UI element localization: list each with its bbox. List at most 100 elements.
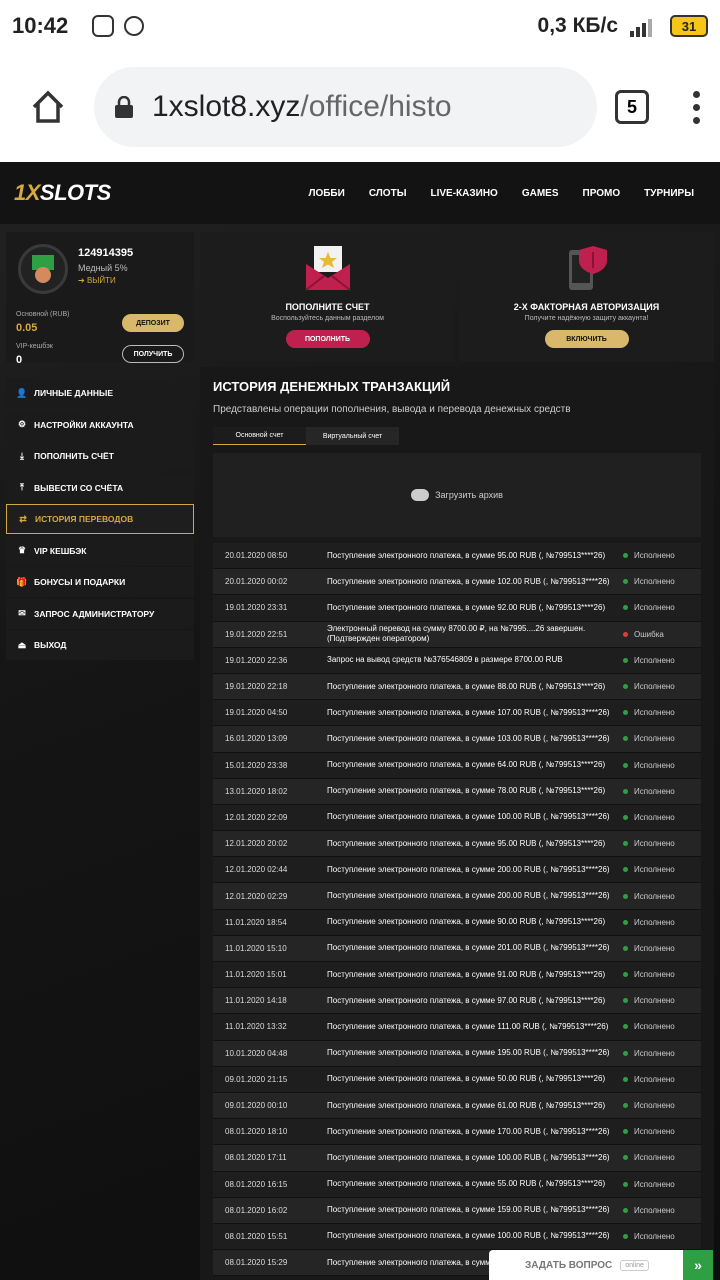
status-label: Исполнено [634,812,675,822]
row-description: Поступление электронного платежа, в сумм… [327,864,610,874]
battery-icon: 31 [670,15,708,37]
status-label: Исполнено [634,970,675,980]
promo-2fa-title: 2-Х ФАКТОРНАЯ АВТОРИЗАЦИЯ [513,302,660,312]
status-dot-icon [623,1233,628,1239]
status-dot-icon [623,1155,628,1161]
logout-link[interactable]: ➔ ВЫЙТИ [78,276,116,285]
menu-icon[interactable] [693,90,700,124]
table-row: 09.01.2020 21:15 Поступление электронного… [213,1066,701,1093]
status-label: Исполнено [634,1074,675,1084]
vip-cashback-label: VIP-кешбэк [16,343,53,350]
table-row: 11.01.2020 13:32 Поступление электронного… [213,1014,701,1041]
status-label: Исполнено [634,708,675,718]
row-description: Поступление электронного платежа, в сумм… [327,1021,609,1031]
row-description: Поступление электронного платежа, в сумм… [327,602,606,612]
row-description: Поступление электронного платежа, в сумм… [327,1205,610,1215]
envelope-star-icon [304,244,352,292]
promo-deposit-subtitle: Воспользуйтесь данным разделом [271,315,384,322]
status-dot-icon [623,893,628,899]
nav-games[interactable]: GAMES [510,188,571,199]
ask-question-label: ЗАДАТЬ ВОПРОС [525,1259,613,1271]
browser-toolbar: 1xslot8.xyz/office/histo 5 [0,52,720,162]
home-icon[interactable] [20,79,76,135]
row-status: Исполнено [623,708,701,717]
status-dot-icon [623,710,628,716]
nav-lobby[interactable]: ЛОББИ [296,188,356,199]
tab-switcher-button[interactable]: 5 [615,90,649,124]
row-date: 13.01.2020 18:02 [225,786,288,796]
table-row: 08.01.2020 15:51 Поступление электронного… [213,1223,701,1251]
status-label: Исполнено [634,1022,675,1032]
nav-tournaments[interactable]: ТУРНИРЫ [632,188,706,199]
get-cashback-button[interactable]: ПОЛУЧИТЬ [122,345,184,363]
row-date: 19.01.2020 22:18 [225,682,288,692]
menu-bonuses[interactable]: 🎁 БОНУСЫ И ПОДАРКИ [6,567,194,597]
transactions-table: 20.01.2020 08:50 Поступление электронного… [213,543,701,1277]
row-date: 11.01.2020 18:54 [225,917,287,927]
row-status: Исполнено [623,656,701,665]
status-dot-icon [623,998,628,1004]
promo-deposit-button[interactable]: ПОПОЛНИТЬ [285,330,370,348]
status-label: Исполнено [634,734,675,744]
row-description: Поступление электронного платежа, в сумм… [327,1231,610,1241]
ask-question-widget[interactable]: ЗАДАТЬ ВОПРОС online » [489,1250,713,1280]
download-archive-button[interactable]: Загрузить архив [213,453,701,537]
network-speed: 0,3 КБ/с [537,14,618,37]
status-dot-icon [623,605,628,611]
row-date: 20.01.2020 00:02 [225,577,288,587]
row-status: Ошибка [623,630,701,639]
row-date: 08.01.2020 18:10 [225,1127,288,1137]
row-description: Электронный перевод на сумму 8700.00 ₽, … [327,624,586,644]
crown-icon: ♛ [17,545,27,555]
clock: 10:42 [12,13,69,38]
download-archive-label: Загрузить архив [435,490,503,500]
menu-transfer-history[interactable]: ⇄ ИСТОРИЯ ПЕРЕВОДОВ [6,504,194,534]
row-date: 08.01.2020 16:02 [225,1205,288,1215]
status-label: Исполнено [634,577,675,587]
chevrons-up-icon[interactable]: » [683,1250,713,1280]
menu-admin-request[interactable]: ✉ ЗАПРОС АДМИНИСТРАТОРУ [6,598,194,629]
menu-vip-cashback[interactable]: ♛ VIP КЕШБЭК [6,535,194,566]
deposit-button[interactable]: ДЕПОЗИТ [122,314,184,332]
status-label: Исполнено [634,682,675,692]
menu-personal-data[interactable]: 👤 ЛИЧНЫЕ ДАННЫЕ [6,378,194,408]
status-label: Исполнено [634,891,675,901]
row-description: Поступление электронного платежа, в сумм… [327,1074,606,1084]
table-row: 08.01.2020 17:11 Поступление электронного… [213,1145,701,1172]
status-dot-icon [623,1129,628,1135]
row-description: Поступление электронного платежа, в сумм… [327,550,606,560]
row-date: 08.01.2020 16:15 [225,1179,288,1189]
promo-2fa-button[interactable]: ВКЛЮЧИТЬ [544,330,629,348]
table-row: 13.01.2020 18:02 Поступление электронного… [213,778,701,805]
nav-promo[interactable]: ПРОМО [571,188,633,199]
online-badge: online [620,1259,649,1271]
tab-main-account[interactable]: Основной счет [213,427,306,445]
cogs-icon: ⚙ [17,419,27,429]
table-row: 11.01.2020 15:01 Поступление электронного… [213,962,701,989]
site-logo[interactable]: 1XSLOTS [14,180,111,206]
menu-exit[interactable]: ⏏ ВЫХОД [6,630,194,660]
menu-account-settings[interactable]: ⚙ НАСТРОЙКИ АККАУНТА [6,409,194,440]
nav-live-casino[interactable]: LIVE-КАЗИНО [418,188,509,199]
row-date: 19.01.2020 04:50 [225,708,288,718]
row-status: Исполнено [623,761,701,770]
url-text: 1xslot8.xyz/office/histo [152,90,452,123]
table-row: 10.01.2020 04:48 Поступление электронного… [213,1040,701,1067]
table-row: 19.01.2020 04:50 Поступление электронного… [213,700,701,727]
account-menu: 👤 ЛИЧНЫЕ ДАННЫЕ ⚙ НАСТРОЙКИ АККАУНТА ⤓ ПОПО… [6,378,194,660]
nav-slots[interactable]: СЛОТЫ [357,188,419,199]
table-row: 19.01.2020 23:31 Поступление электронного… [213,595,701,622]
promo-deposit-title: ПОПОЛНИТЕ СЧЕТ [285,302,370,312]
lock-icon [114,95,134,118]
menu-withdraw[interactable]: ⤒ ВЫВЕСТИ СО СЧЁТА [6,472,194,503]
row-description: Поступление электронного платежа, в сумм… [327,917,606,927]
user-id: 124914395 [78,247,134,259]
url-field[interactable]: 1xslot8.xyz/office/histo [94,67,597,147]
menu-deposit[interactable]: ⤓ ПОПОЛНИТЬ СЧЁТ [6,441,194,471]
row-status: Исполнено [623,839,701,848]
tab-virtual-account[interactable]: Виртуальный счет [306,427,399,445]
row-status: Исполнено [623,865,701,874]
balance-value: 0.05 [16,322,38,334]
row-status: Исполнено [623,1180,701,1189]
status-dot-icon [623,814,628,820]
